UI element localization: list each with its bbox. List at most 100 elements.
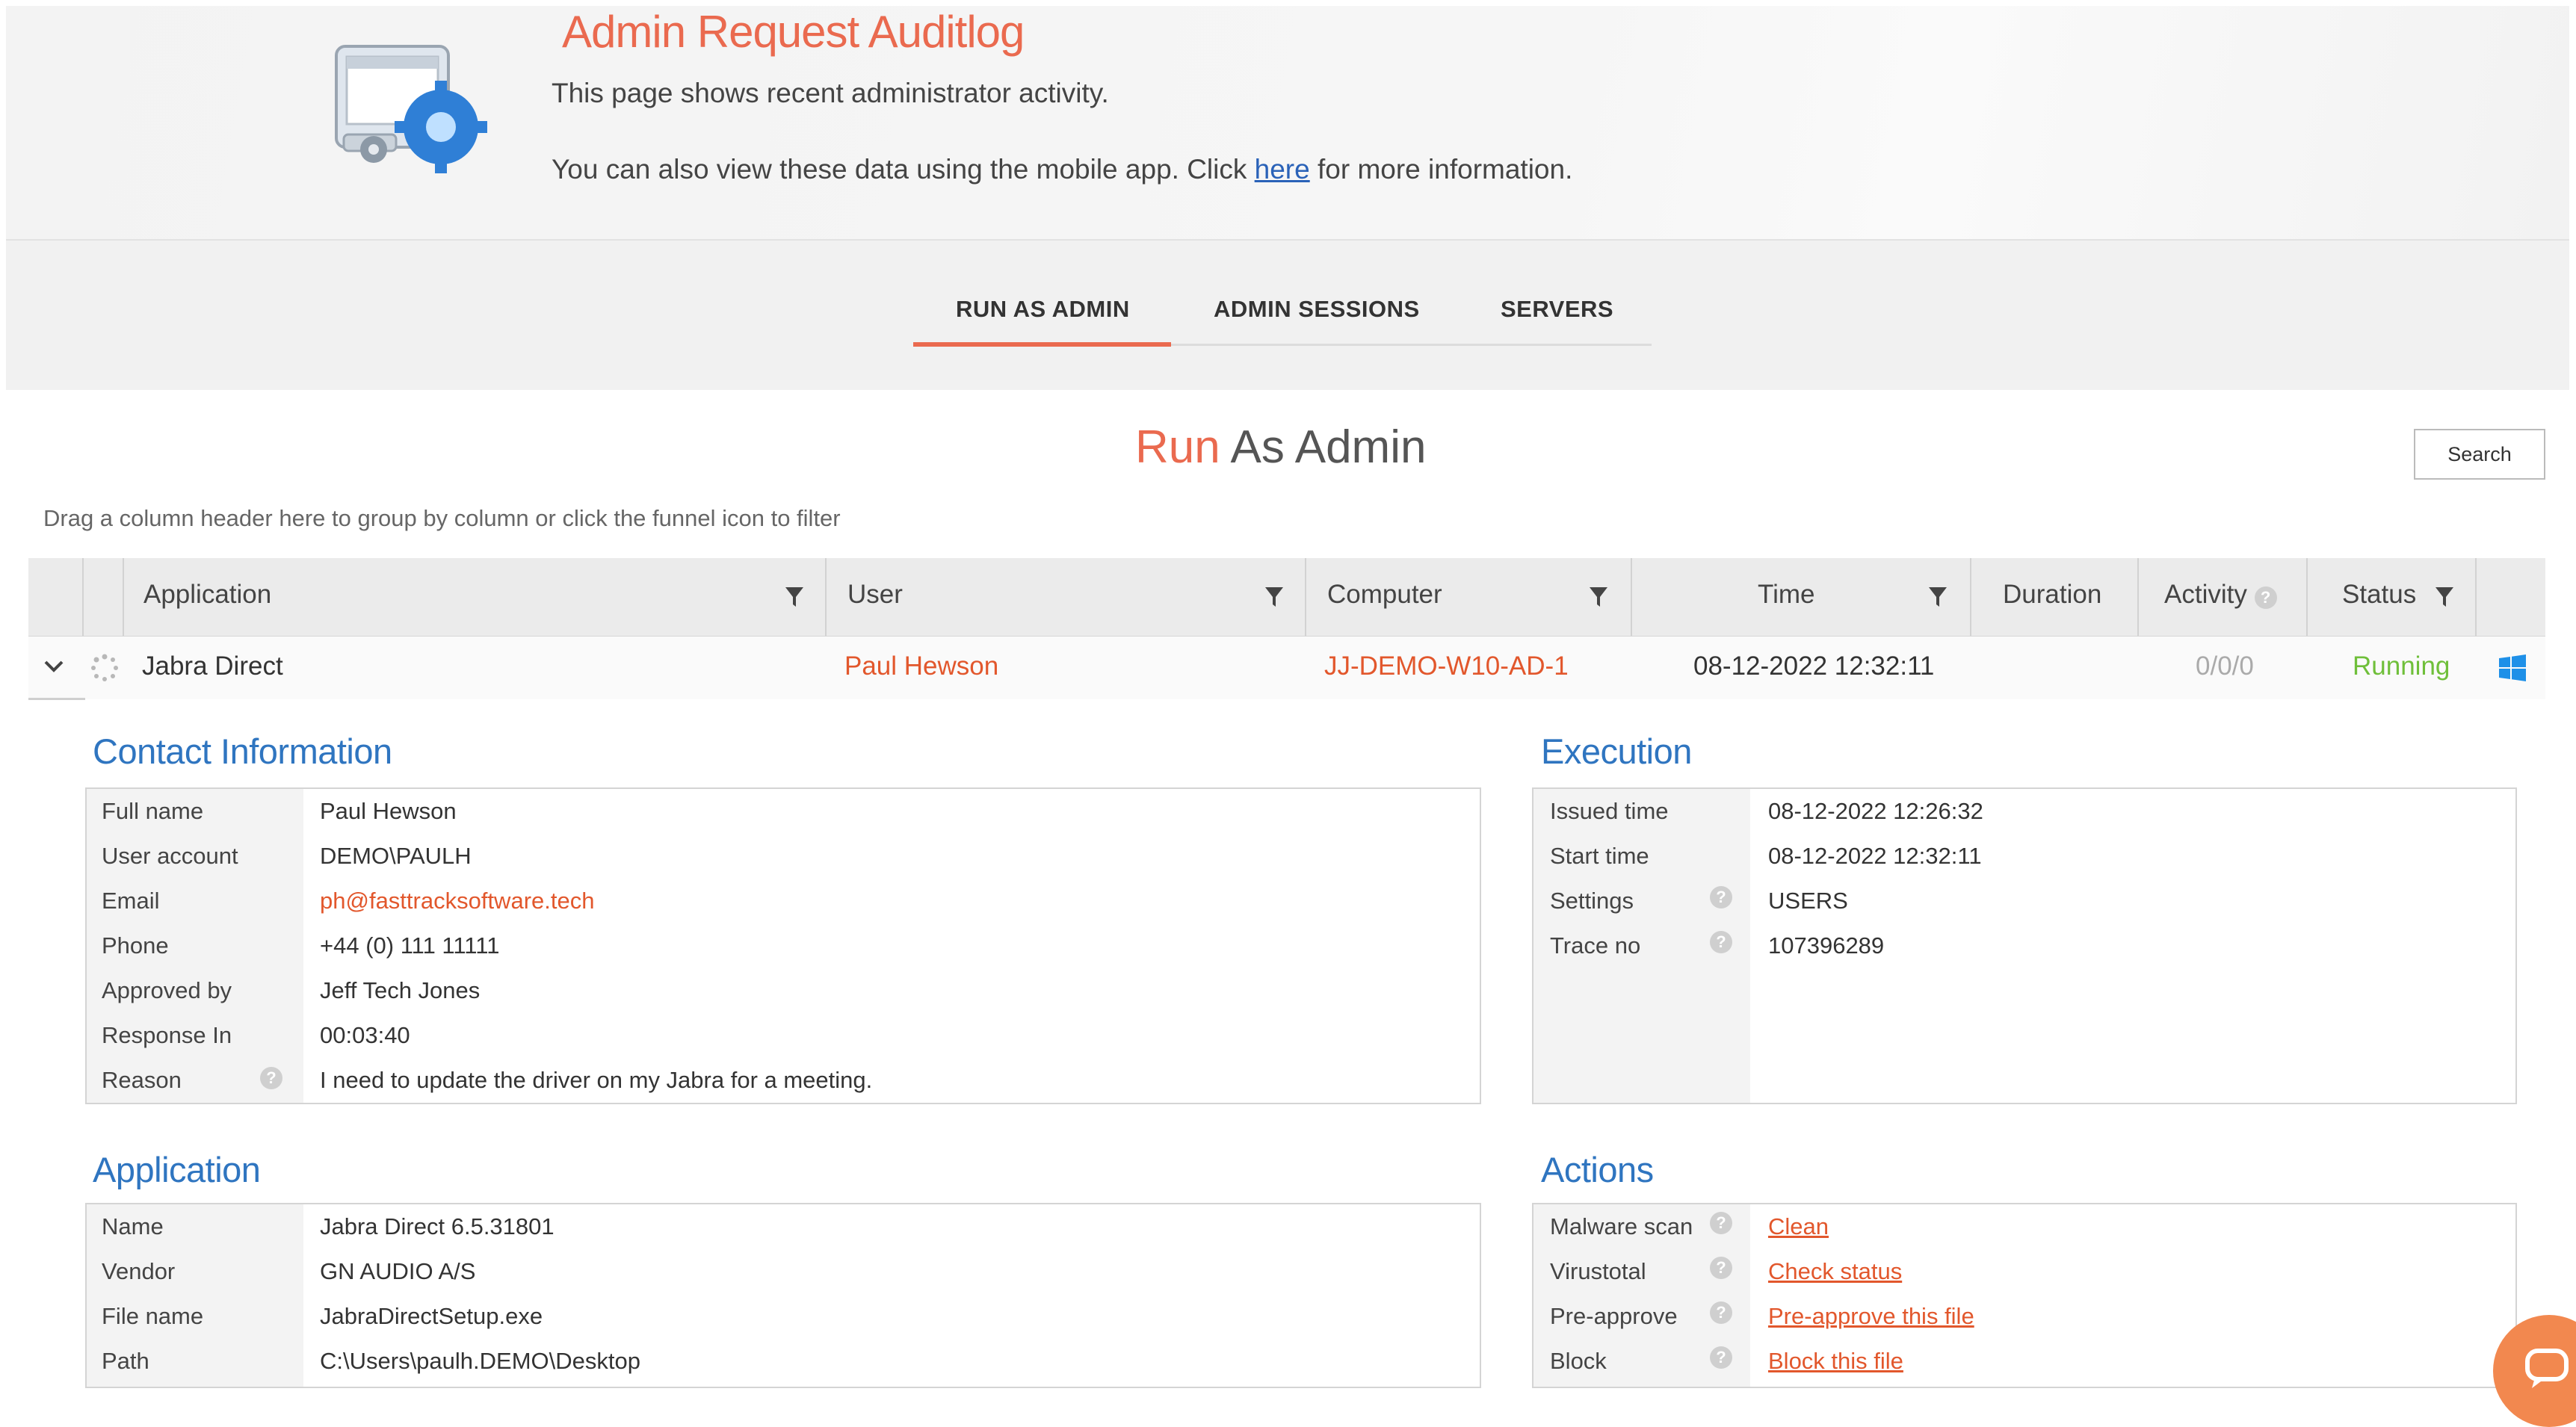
- row-activity: 0/0/0: [2196, 651, 2254, 681]
- help-icon[interactable]: ?: [1710, 1301, 1732, 1324]
- column-header-application[interactable]: Application: [143, 580, 271, 610]
- execution-value-trace-no: 107396289: [1768, 932, 1885, 959]
- group-by-hint: Drag a column header here to group by co…: [43, 505, 841, 531]
- help-icon[interactable]: ?: [1710, 1257, 1732, 1279]
- contact-value-reason: I need to update the driver on my Jabra …: [320, 1067, 873, 1093]
- application-value-path: C:\Users\paulh.DEMO\Desktop: [320, 1348, 640, 1374]
- actions-label-pre-approve: Pre-approve: [1550, 1303, 1678, 1329]
- page-subtitle: This page shows recent administrator act…: [552, 78, 1109, 108]
- execution-label-settings: Settings: [1550, 888, 1634, 914]
- tab-admin-sessions[interactable]: ADMIN SESSIONS: [1214, 296, 1420, 323]
- actions-title: Actions: [1541, 1150, 1654, 1189]
- contact-email-link[interactable]: ph@fasttracksoftware.tech: [320, 888, 594, 914]
- mobile-app-notice: You can also view these data using the m…: [552, 154, 1572, 185]
- help-icon[interactable]: ?: [260, 1067, 282, 1089]
- application-panel: [85, 1203, 1481, 1388]
- application-label-file-name: File name: [102, 1303, 204, 1329]
- chat-bubble-icon: [2525, 1349, 2569, 1388]
- malware-scan-clean-link[interactable]: Clean: [1768, 1213, 1829, 1240]
- execution-title: Execution: [1541, 731, 1692, 771]
- application-label-name: Name: [102, 1213, 164, 1239]
- more-info-link[interactable]: here: [1255, 154, 1310, 185]
- contact-label-reason: Reason: [102, 1067, 182, 1093]
- execution-value-start-time: 08-12-2022 12:32:11: [1768, 843, 1982, 869]
- row-computer-link[interactable]: JJ-DEMO-W10-AD-1: [1324, 651, 1569, 681]
- row-expander-underline: [28, 698, 85, 700]
- row-user-link[interactable]: Paul Hewson: [844, 651, 998, 681]
- application-label-vendor: Vendor: [102, 1258, 176, 1284]
- contact-value-phone: +44 (0) 111 11111: [320, 932, 500, 959]
- section-title-rest: As Admin: [1220, 421, 1427, 473]
- execution-panel: [1532, 787, 2517, 1104]
- column-header-status[interactable]: Status: [2342, 580, 2416, 610]
- application-title: Application: [93, 1150, 261, 1189]
- actions-label-malware-scan: Malware scan: [1550, 1213, 1693, 1239]
- column-separator: [1305, 558, 1306, 636]
- column-separator: [123, 558, 124, 636]
- row-application: Jabra Direct: [142, 651, 283, 681]
- column-separator: [1631, 558, 1632, 636]
- section-title-accent: Run: [1135, 421, 1220, 473]
- filter-funnel-icon[interactable]: [1264, 586, 1284, 608]
- contact-value-full-name: Paul Hewson: [320, 798, 457, 824]
- windows-icon: [2499, 654, 2526, 681]
- column-header-user[interactable]: User: [847, 580, 903, 610]
- column-header-time[interactable]: Time: [1758, 580, 1814, 610]
- chevron-down-icon[interactable]: [43, 659, 64, 674]
- block-file-link[interactable]: Block this file: [1768, 1348, 1903, 1375]
- table-row[interactable]: [28, 637, 2545, 699]
- section-title: Run As Admin: [1135, 421, 1426, 474]
- actions-label-virustotal: Virustotal: [1550, 1258, 1646, 1284]
- active-tab-indicator: [913, 342, 1171, 347]
- help-icon[interactable]: ?: [1710, 886, 1732, 908]
- application-value-name: Jabra Direct 6.5.31801: [320, 1213, 555, 1239]
- admin-app-logo: [335, 45, 487, 173]
- execution-label-start-time: Start time: [1550, 843, 1649, 869]
- help-icon[interactable]: ?: [1710, 931, 1732, 953]
- contact-information-panel: [85, 787, 1481, 1104]
- tabs-underline: [1171, 344, 1652, 346]
- execution-value-issued-time: 08-12-2022 12:26:32: [1768, 798, 1983, 824]
- check-status-link[interactable]: Check status: [1768, 1258, 1902, 1285]
- help-icon[interactable]: ?: [1710, 1346, 1732, 1369]
- pre-approve-file-link[interactable]: Pre-approve this file: [1768, 1303, 1974, 1330]
- application-label-path: Path: [102, 1348, 149, 1374]
- execution-value-settings: USERS: [1768, 888, 1848, 914]
- column-header-activity[interactable]: Activity ?: [2164, 580, 2277, 610]
- column-separator: [825, 558, 827, 636]
- search-button[interactable]: Search: [2414, 429, 2545, 480]
- contact-label-email: Email: [102, 888, 160, 914]
- application-value-vendor: GN AUDIO A/S: [320, 1258, 476, 1284]
- column-separator: [1970, 558, 1971, 636]
- column-separator: [2475, 558, 2477, 636]
- contact-value-response-in: 00:03:40: [320, 1022, 410, 1048]
- row-status: Running: [2353, 651, 2450, 681]
- help-icon[interactable]: ?: [2254, 586, 2277, 609]
- filter-funnel-icon[interactable]: [1589, 586, 1608, 608]
- actions-label-block: Block: [1550, 1348, 1607, 1374]
- execution-label-trace-no: Trace no: [1550, 932, 1641, 959]
- filter-funnel-icon[interactable]: [1928, 586, 1948, 608]
- help-icon[interactable]: ?: [1710, 1212, 1732, 1234]
- contact-label-phone: Phone: [102, 932, 169, 959]
- contact-label-user-account: User account: [102, 843, 238, 869]
- tab-servers[interactable]: SERVERS: [1501, 296, 1613, 323]
- column-header-duration[interactable]: Duration: [2003, 580, 2101, 610]
- contact-label-full-name: Full name: [102, 798, 204, 824]
- column-header-computer[interactable]: Computer: [1327, 580, 1442, 610]
- filter-funnel-icon[interactable]: [2435, 586, 2454, 608]
- column-separator: [2137, 558, 2139, 636]
- execution-label-issued-time: Issued time: [1550, 798, 1669, 824]
- page-title: Admin Request Auditlog: [562, 7, 1025, 57]
- loading-spinner-icon: [91, 654, 118, 681]
- filter-funnel-icon[interactable]: [785, 586, 804, 608]
- contact-value-approved-by: Jeff Tech Jones: [320, 977, 481, 1003]
- contact-information-title: Contact Information: [93, 731, 392, 771]
- column-separator: [82, 558, 84, 636]
- contact-label-response-in: Response In: [102, 1022, 232, 1048]
- tab-run-as-admin[interactable]: RUN AS ADMIN: [956, 296, 1130, 323]
- row-time: 08-12-2022 12:32:11: [1693, 651, 1935, 681]
- contact-label-approved-by: Approved by: [102, 977, 232, 1003]
- contact-value-user-account: DEMO\PAULH: [320, 843, 472, 869]
- mobile-notice-prefix: You can also view these data using the m…: [552, 154, 1255, 185]
